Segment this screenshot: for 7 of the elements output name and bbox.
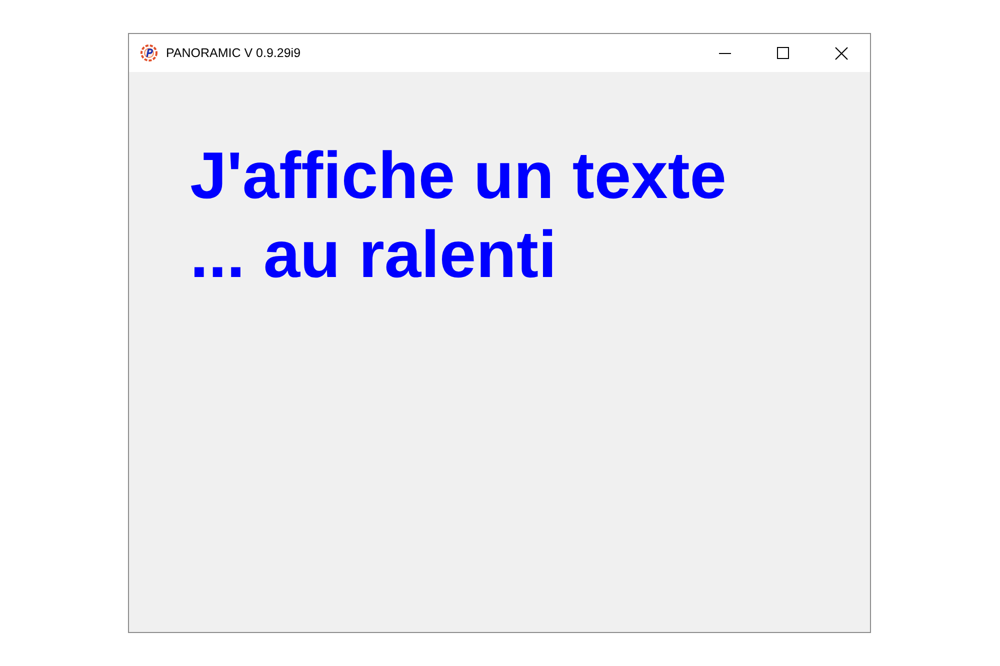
display-text: ... au ralenti (190, 216, 557, 293)
minimize-icon (719, 52, 731, 54)
app-icon (140, 44, 158, 62)
window-title: PANORAMIC V 0.9.29i9 (166, 46, 301, 60)
display-text: J'affiche un texte (190, 137, 727, 214)
maximize-icon (777, 47, 789, 59)
close-icon (834, 46, 848, 60)
